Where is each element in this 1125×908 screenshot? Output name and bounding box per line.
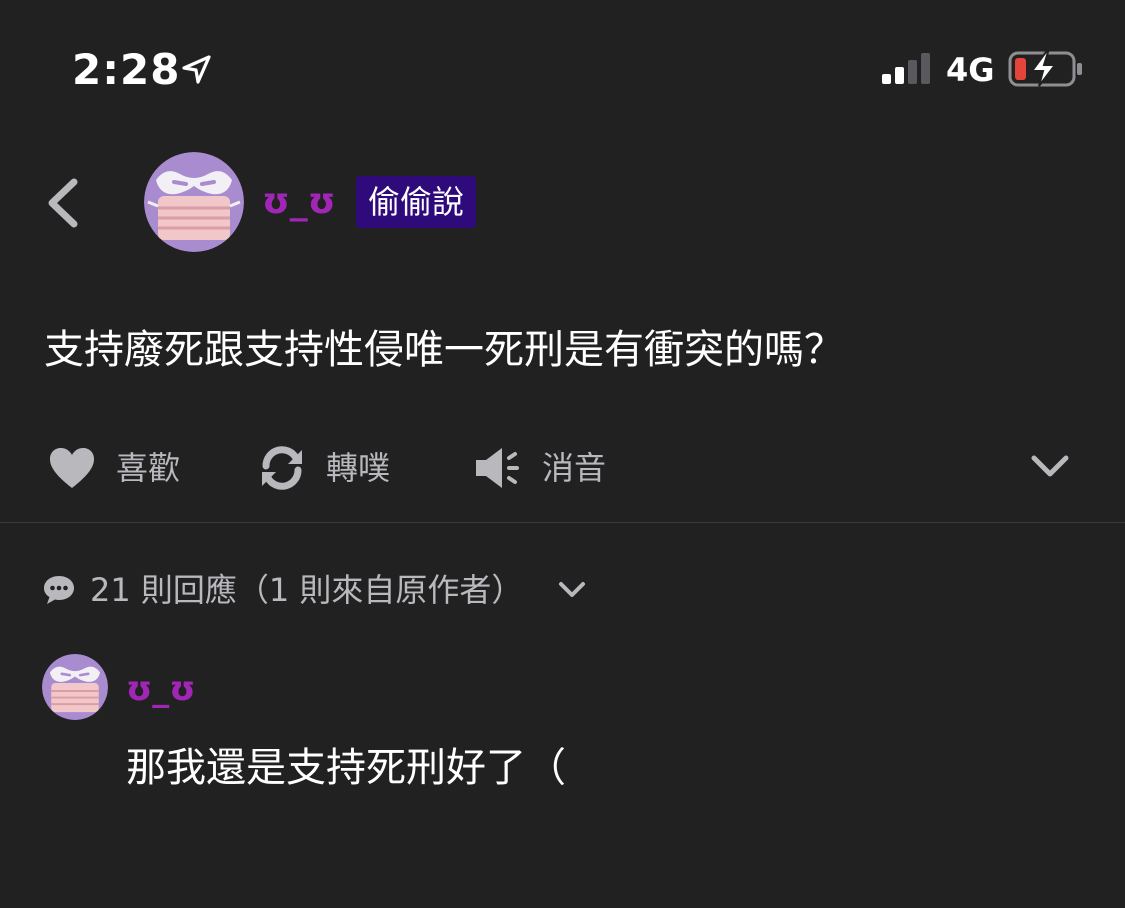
reply-content: 那我還是支持死刑好了（ xyxy=(126,745,566,791)
responses-summary: 21 則回應（1 則來自原作者） xyxy=(90,571,524,609)
status-time: 2:28 xyxy=(72,45,181,94)
responses-toggle[interactable]: 21 則回應（1 則來自原作者） xyxy=(42,566,587,614)
location-arrow-icon xyxy=(182,55,211,84)
anonymous-badge: 偷偷說 xyxy=(356,176,477,228)
like-button[interactable]: 喜歡 xyxy=(48,440,180,496)
post-content: 支持廢死跟支持性侵唯一死刑是有衝突的嗎？ xyxy=(44,327,844,373)
chevron-down-icon xyxy=(559,582,586,597)
author-avatar[interactable] xyxy=(144,152,244,252)
reply-author-avatar[interactable] xyxy=(42,654,108,720)
mute-button[interactable]: 消音 xyxy=(474,440,606,496)
mute-label: 消音 xyxy=(542,449,607,487)
heart-icon xyxy=(50,448,94,488)
battery-charging-icon xyxy=(1008,51,1082,87)
comment-bubble-icon xyxy=(44,576,74,604)
speaker-mute-icon xyxy=(476,448,519,488)
signal-icon xyxy=(882,53,930,84)
author-name[interactable]: ʊ_ʊ xyxy=(262,180,336,224)
replurk-label: 轉噗 xyxy=(326,449,391,487)
plurk-post-screen: 2:28 4G ʊ_ʊ 偷偷說 支持廢死跟支持性侵唯一死刑是有衝突的嗎？ 喜歡 … xyxy=(0,0,1125,908)
like-label: 喜歡 xyxy=(116,449,181,487)
replurk-button[interactable]: 轉噗 xyxy=(258,440,390,496)
replurk-icon xyxy=(262,446,302,490)
network-type: 4G xyxy=(946,51,995,89)
chevron-down-icon[interactable] xyxy=(1030,452,1070,482)
divider xyxy=(0,522,1125,523)
reply-author-name[interactable]: ʊ_ʊ xyxy=(126,668,196,710)
back-chevron-icon[interactable] xyxy=(42,176,84,230)
